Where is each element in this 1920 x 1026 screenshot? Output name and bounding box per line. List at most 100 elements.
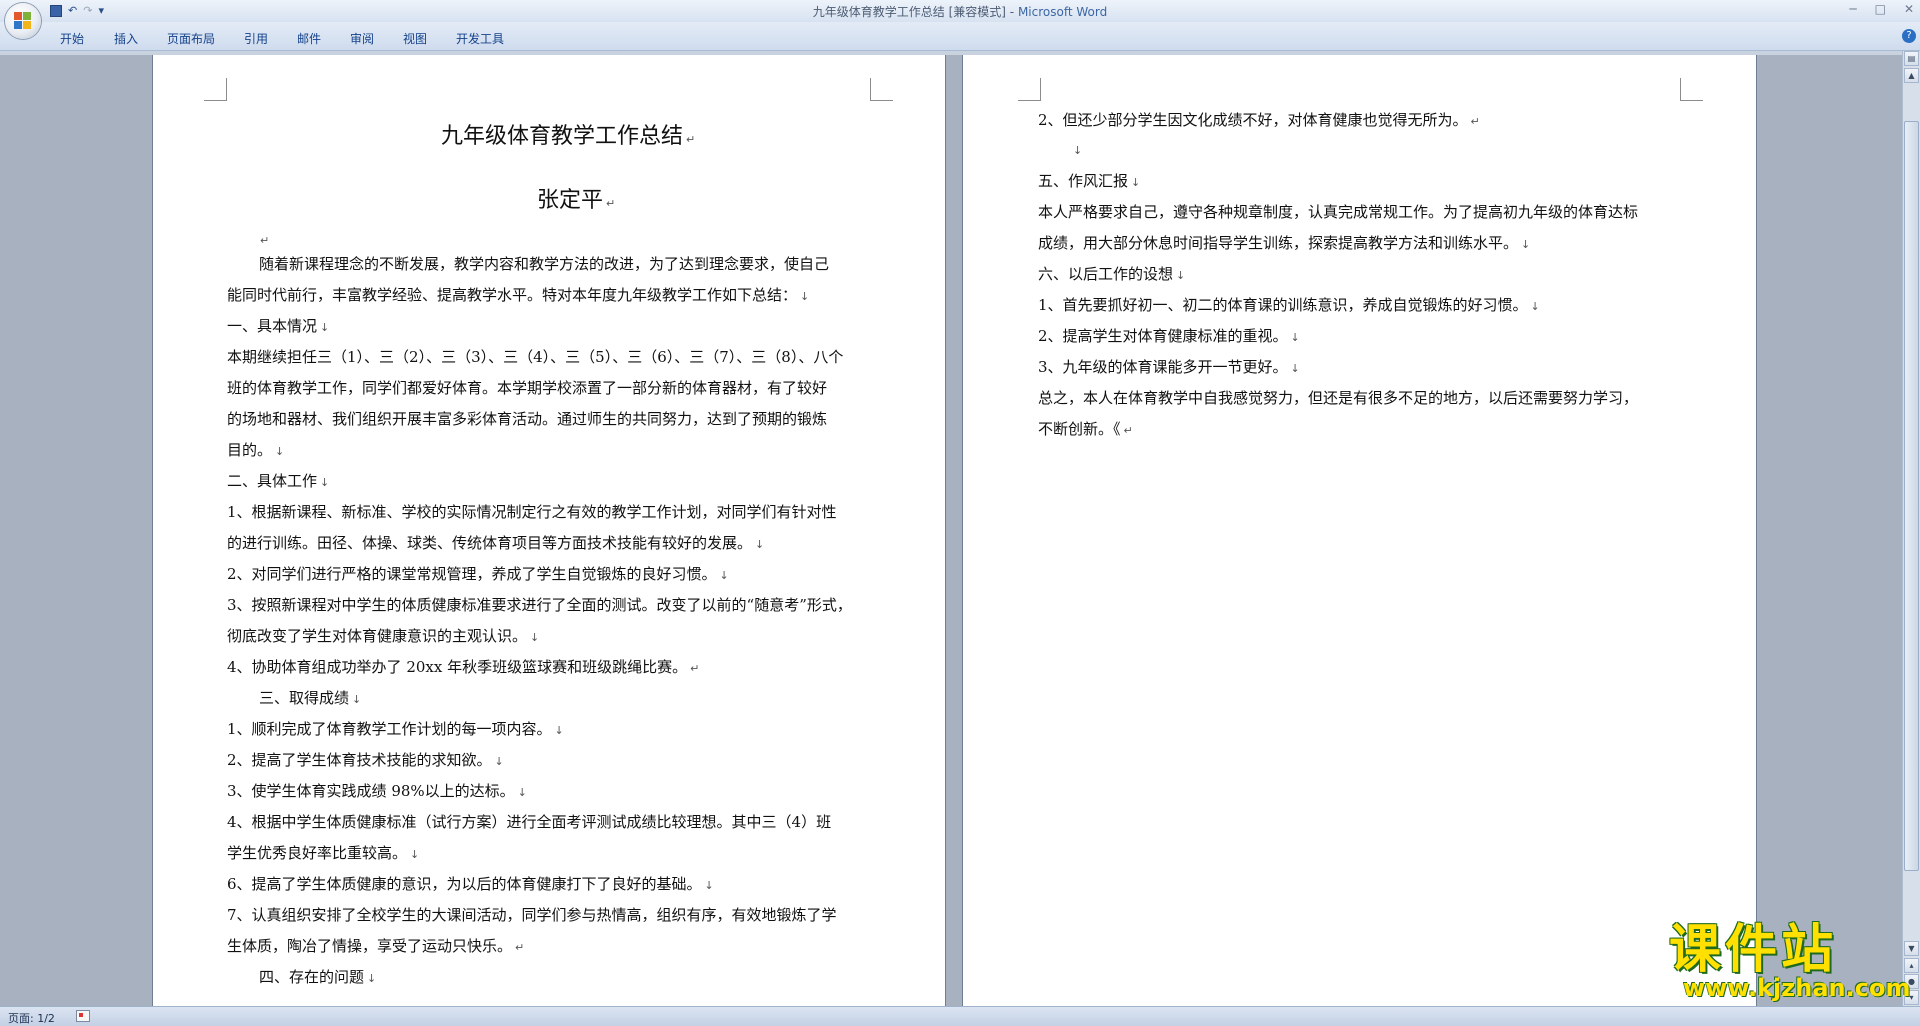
tab-review[interactable]: 审阅: [350, 30, 374, 47]
line-text: 班的体育教学工作，同学们都爱好体育。本学期学校添置了一部分新的体育器材，有了较好: [227, 379, 828, 397]
doc-line: 不断创新。《 ↵: [1038, 418, 1133, 439]
minimize-icon[interactable]: ─: [1849, 2, 1856, 16]
line-text: 1、根据新课程、新标准、学校的实际情况制定行之有效的教学工作计划，对同学们有针对…: [227, 503, 837, 521]
doc-line: 二、具体工作 ↓: [227, 470, 329, 491]
line-break-mark: ↓: [320, 321, 330, 334]
document-author: 张定平 ↵: [537, 182, 615, 214]
tab-insert[interactable]: 插入: [114, 30, 138, 47]
tab-view[interactable]: 视图: [403, 30, 427, 47]
doc-line: 的场地和器材、我们组织开展丰富多彩体育活动。通过师生的共同努力，达到了预期的锻炼: [227, 408, 827, 429]
doc-line: 3、使学生体育实践成绩 98%以上的达标。 ↓: [227, 780, 527, 801]
line-break-mark: ↓: [320, 476, 330, 489]
line-break-mark: ↓: [1530, 300, 1540, 313]
tab-mailings[interactable]: 邮件: [297, 30, 321, 47]
line-break-mark: ↓: [517, 786, 527, 799]
line-text: 四、存在的问题: [259, 968, 365, 986]
line-text: 六、以后工作的设想: [1038, 265, 1174, 283]
margin-corner-mark: [870, 78, 893, 101]
doc-line: 本期继续担任三（1）、三（2）、三（3）、三（4）、三（5）、三（6）、三（7）…: [227, 346, 843, 367]
document-page-1[interactable]: 九年级体育教学工作总结 ↵ 张定平 ↵ ↵ 随着新课程理念的不断发展，教学内容和教学…: [153, 55, 945, 1010]
line-break-mark: ↓: [554, 724, 564, 737]
doc-line: ↓: [1070, 140, 1082, 158]
document-page-2[interactable]: 2、但还少部分学生因文化成绩不好，对体育健康也觉得无所为。 ↵ ↓ 五、作风汇报 ↓…: [963, 55, 1756, 1010]
line-text: 学生优秀良好率比重较高。: [227, 844, 408, 862]
tab-page-layout[interactable]: 页面布局: [167, 30, 215, 47]
scroll-down-icon[interactable]: ▼: [1904, 941, 1919, 956]
line-text: 一、具本情况: [227, 317, 318, 335]
ribbon-tabs: 开始 插入 页面布局 引用 邮件 审阅 视图 开发工具 ?: [0, 22, 1920, 51]
doc-line: 能同时代前行，丰富教学经验、提高教学水平。特对本年度九年级教学工作如下总结： ↓: [227, 284, 809, 305]
status-bar: 页面: 1/2: [0, 1006, 1920, 1026]
line-text: 本期继续担任三（1）、三（2）、三（3）、三（4）、三（5）、三（6）、三（7）…: [227, 348, 844, 366]
line-text: 1、首先要抓好初一、初二的体育课的训练意识，养成自觉锻炼的好习惯。: [1038, 296, 1528, 314]
previous-page-icon[interactable]: ▴: [1904, 958, 1919, 973]
title-text: 九年级体育教学工作总结: [441, 124, 684, 149]
line-break-mark: ↓: [494, 755, 504, 768]
line-break-mark: ↓: [755, 538, 765, 551]
paragraph-mark: ↵: [1123, 424, 1133, 437]
line-break-mark: ↓: [1176, 269, 1186, 282]
tab-references[interactable]: 引用: [244, 30, 268, 47]
doc-line: 五、作风汇报 ↓: [1038, 170, 1140, 191]
line-text: 4、协助体育组成功举办了 20xx 年秋季班级篮球赛和班级跳绳比赛。: [227, 658, 688, 676]
line-text: 三、取得成绩: [259, 689, 350, 707]
line-text: 彻底改变了学生对体育健康意识的主观认识。: [227, 627, 528, 645]
help-icon[interactable]: ?: [1902, 29, 1916, 43]
line-break-mark: ↓: [719, 569, 729, 582]
paragraph-mark: ↵: [686, 133, 696, 146]
doc-line: 本人严格要求自己，遵守各种规章制度，认真完成常规工作。为了提高初九年级的体育达标: [1038, 201, 1638, 222]
doc-line: 1、顺利完成了体育教学工作计划的每一项内容。 ↓: [227, 718, 564, 739]
paragraph-mark: ↵: [606, 197, 616, 210]
watermark-url: www.kjzhan.com: [1683, 974, 1911, 1002]
line-break-mark: ↓: [1073, 144, 1083, 157]
line-break-mark: ↓: [704, 879, 714, 892]
line-text: 二、具体工作: [227, 472, 318, 490]
paragraph-mark: ↵: [690, 662, 700, 675]
doc-line: 1、根据新课程、新标准、学校的实际情况制定行之有效的教学工作计划，对同学们有针对…: [227, 501, 837, 522]
line-text: 2、但还少部分学生因文化成绩不好，对体育健康也觉得无所为。: [1038, 111, 1468, 129]
line-text: 3、按照新课程对中学生的体质健康标准要求进行了全面的测试。改变了以前的“随意考”…: [227, 596, 852, 614]
document-name: 九年级体育教学工作总结 [兼容模式]: [812, 5, 1006, 19]
doc-line: 7、认真组织安排了全校学生的大课间活动，同学们参与热情高，组织有序，有效地锻炼了…: [227, 904, 837, 925]
proofing-errors-icon[interactable]: [76, 1010, 90, 1022]
site-watermark: 课件站 www.kjzhan.com: [1665, 920, 1910, 1002]
doc-line: 成绩，用大部分休息时间指导学生训练，探索提高教学方法和训练水平。 ↓: [1038, 232, 1530, 253]
office-button[interactable]: [5, 3, 41, 39]
doc-line: 4、根据中学生体质健康标准（试行方案）进行全面考评测试成绩比较理想。其中三（4）…: [227, 811, 831, 832]
line-break-mark: ↓: [410, 848, 420, 861]
tab-developer[interactable]: 开发工具: [456, 30, 504, 47]
line-break-mark: ↓: [1290, 331, 1300, 344]
line-break-mark: ↓: [1521, 238, 1531, 251]
ruler-toggle-icon[interactable]: ▤: [1904, 51, 1919, 66]
doc-line: 4、协助体育组成功举办了 20xx 年秋季班级篮球赛和班级跳绳比赛。 ↵: [227, 656, 699, 677]
doc-line: 随着新课程理念的不断发展，教学内容和教学方法的改进，为了达到理念要求，使自己: [259, 253, 829, 274]
line-text: 的场地和器材、我们组织开展丰富多彩体育活动。通过师生的共同努力，达到了预期的锻炼: [227, 410, 828, 428]
doc-line: 1、首先要抓好初一、初二的体育课的训练意识，养成自觉锻炼的好习惯。 ↓: [1038, 294, 1540, 315]
line-break-mark: ↓: [1290, 362, 1300, 375]
author-text: 张定平: [537, 188, 604, 213]
scroll-thumb[interactable]: [1904, 121, 1919, 871]
watermark-name: 课件站: [1669, 920, 1838, 980]
page-count[interactable]: 页面: 1/2: [8, 1010, 55, 1026]
doc-line: 2、提高了学生体育技术技能的求知欲。 ↓: [227, 749, 504, 770]
line-text: 6、提高了学生体质健康的意识，为以后的体育健康打下了良好的基础。: [227, 875, 702, 893]
line-break-mark: ↓: [1131, 176, 1141, 189]
line-text: 目的。: [227, 441, 273, 459]
doc-line: 三、取得成绩 ↓: [259, 687, 361, 708]
doc-line: 学生优秀良好率比重较高。 ↓: [227, 842, 419, 863]
line-break-mark: ↓: [367, 972, 377, 985]
scroll-up-icon[interactable]: ▲: [1904, 68, 1919, 83]
line-text: 4、根据中学生体质健康标准（试行方案）进行全面考评测试成绩比较理想。其中三（4）…: [227, 813, 832, 831]
vertical-scrollbar[interactable]: ▤ ▲ ▼ ▴ ● ▾: [1902, 51, 1920, 1006]
tab-home[interactable]: 开始: [60, 30, 84, 47]
doc-line: 3、九年级的体育课能多开一节更好。 ↓: [1038, 356, 1300, 377]
close-icon[interactable]: ✕: [1904, 2, 1914, 16]
maximize-icon[interactable]: □: [1875, 2, 1886, 16]
doc-line: 3、按照新课程对中学生的体质健康标准要求进行了全面的测试。改变了以前的“随意考”…: [227, 594, 852, 615]
doc-line: 六、以后工作的设想 ↓: [1038, 263, 1185, 284]
office-logo-icon: [14, 12, 32, 30]
line-text: 2、提高了学生体育技术技能的求知欲。: [227, 751, 492, 769]
window-controls: ─ □ ✕: [1849, 2, 1914, 16]
doc-line: 彻底改变了学生对体育健康意识的主观认识。 ↓: [227, 625, 539, 646]
doc-line: 四、存在的问题 ↓: [259, 966, 376, 987]
